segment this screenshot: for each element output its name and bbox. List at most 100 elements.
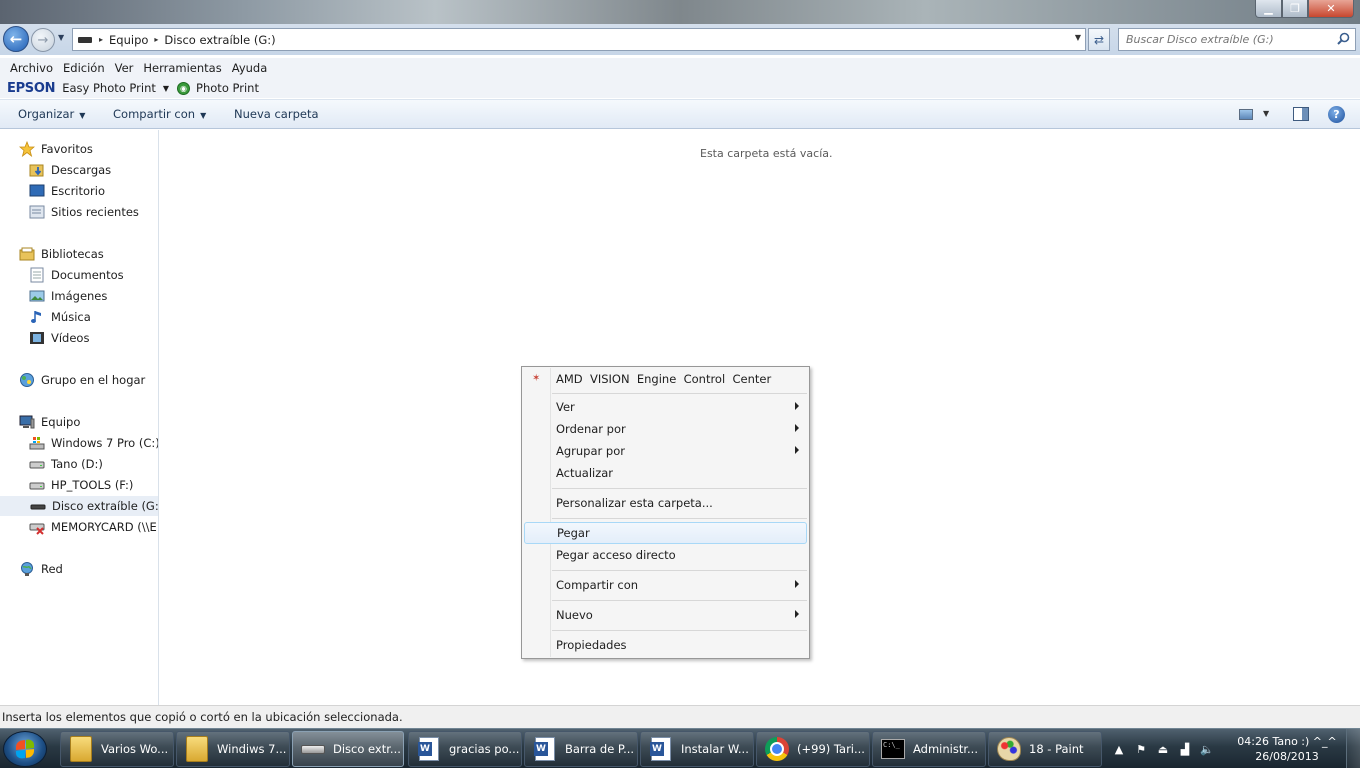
address-dropdown[interactable]: ▼ [1075, 33, 1081, 42]
nav-musica[interactable]: Música [29, 307, 158, 327]
easy-photo-print-dropdown[interactable]: ▼ [163, 84, 169, 93]
network-signal-icon[interactable]: ▟ [1177, 741, 1193, 757]
chevron-right-icon[interactable]: ▸ [152, 35, 160, 44]
menu-separator [552, 570, 807, 571]
help-icon[interactable]: ? [1328, 106, 1345, 123]
nav-hptools-drive[interactable]: HP_TOOLS (F:) [29, 475, 158, 495]
taskbar-item-windiws[interactable]: Windiws 7... [176, 731, 290, 767]
paint-icon [997, 737, 1021, 761]
forward-button[interactable]: → [31, 28, 55, 52]
volume-muted-icon[interactable]: 🔈 [1199, 741, 1215, 757]
menu-item-pegar[interactable]: Pegar [524, 522, 807, 544]
command-bar: Organizar ▼ Compartir con ▼ Nueva carpeta … [0, 99, 1360, 129]
menu-item-amd-vision[interactable]: ✶ AMD VISION Engine Control Center [524, 368, 807, 390]
nav-memorycard[interactable]: MEMORYCARD (\\E [29, 517, 158, 537]
menu-ver[interactable]: Ver [110, 61, 139, 75]
menu-item-compartir-con[interactable]: Compartir con [524, 574, 807, 596]
organize-button[interactable]: Organizar ▼ [18, 107, 85, 121]
nav-label: Red [41, 562, 63, 576]
address-bar[interactable]: ▸ Equipo ▸ Disco extraíble (G:) ▼ [72, 28, 1086, 51]
context-menu: ✶ AMD VISION Engine Control Center Ver O… [521, 366, 810, 659]
close-button[interactable]: ✕ [1308, 0, 1354, 18]
show-desktop-button[interactable] [1346, 729, 1360, 768]
taskbar-label: (+99) Tari... [797, 742, 865, 756]
menu-item-propiedades[interactable]: Propiedades [524, 634, 807, 656]
menu-item-personalizar[interactable]: Personalizar esta carpeta... [524, 492, 807, 514]
nav-escritorio[interactable]: Escritorio [29, 181, 158, 201]
chevron-right-icon[interactable]: ▸ [97, 35, 105, 44]
taskbar-item-disco[interactable]: Disco extr... [292, 731, 404, 767]
menu-item-label: Propiedades [556, 638, 627, 652]
title-bar: ▁ ❐ ✕ [0, 0, 1360, 24]
taskbar-item-varios[interactable]: Varios Wo... [60, 731, 174, 767]
share-button[interactable]: Compartir con ▼ [113, 107, 206, 121]
back-arrow-icon: ← [9, 30, 23, 48]
search-icon[interactable] [1337, 32, 1350, 45]
nav-descargas[interactable]: Descargas [29, 160, 158, 180]
navigation-pane[interactable]: Favoritos Descargas Escritorio Sitios re… [0, 130, 159, 705]
empty-folder-message: Esta carpeta está vacía. [700, 147, 833, 160]
nav-label: Música [51, 310, 91, 324]
taskbar-item-paint[interactable]: 18 - Paint [988, 731, 1102, 767]
easy-photo-print-button[interactable]: Easy Photo Print [62, 81, 156, 95]
menu-item-agrupar-por[interactable]: Agrupar por [524, 440, 807, 462]
nav-label: Equipo [41, 415, 81, 429]
maximize-button[interactable]: ❐ [1282, 0, 1308, 18]
nav-label: MEMORYCARD (\\E [51, 520, 157, 534]
nav-disco-extraible[interactable]: Disco extraíble (G:) [0, 496, 158, 516]
nav-sitios-recientes[interactable]: Sitios recientes [29, 202, 158, 222]
menu-item-label: Ordenar por [556, 422, 626, 436]
menu-item-pegar-acceso-directo[interactable]: Pegar acceso directo [524, 544, 807, 566]
nav-tano-drive[interactable]: Tano (D:) [29, 454, 158, 474]
nav-bibliotecas[interactable]: Bibliotecas [19, 244, 158, 264]
removable-drive-icon [30, 498, 46, 514]
minimize-button[interactable]: ▁ [1255, 0, 1282, 18]
preview-pane-icon[interactable] [1293, 107, 1309, 121]
photo-print-button[interactable]: Photo Print [196, 81, 259, 95]
change-view-icon[interactable] [1239, 109, 1253, 120]
nav-grupo-hogar[interactable]: Grupo en el hogar [19, 370, 158, 390]
menu-herramientas[interactable]: Herramientas [138, 61, 226, 75]
address-row: ← → ▼ ▸ Equipo ▸ Disco extraíble (G:) ▼ … [0, 24, 1360, 55]
taskbar-item-chrome[interactable]: (+99) Tari... [756, 731, 870, 767]
menu-item-label: Compartir con [556, 578, 639, 592]
menu-item-ver[interactable]: Ver [524, 396, 807, 418]
menu-item-label: Pegar acceso directo [556, 548, 676, 562]
breadcrumb-equipo[interactable]: Equipo [105, 33, 152, 47]
nav-red[interactable]: Red [19, 559, 158, 579]
safely-remove-hardware-icon[interactable]: ⏏ [1155, 741, 1171, 757]
breadcrumb-disco[interactable]: Disco extraíble (G:) [160, 33, 279, 47]
desktop-icon [29, 183, 45, 199]
taskbar-item-barra[interactable]: Barra de P... [524, 731, 638, 767]
refresh-button[interactable]: ⇄ [1088, 28, 1110, 51]
clock[interactable]: 04:26 Tano :) ^_^ 26/08/2013 [1232, 734, 1342, 764]
menu-archivo[interactable]: Archivo [5, 61, 58, 75]
start-button[interactable] [3, 731, 47, 767]
show-hidden-icons-button[interactable]: ▲ [1111, 741, 1127, 757]
new-folder-button[interactable]: Nueva carpeta [234, 107, 319, 121]
menu-item-nuevo[interactable]: Nuevo [524, 604, 807, 626]
nav-imagenes[interactable]: Imágenes [29, 286, 158, 306]
taskbar-label: Barra de P... [565, 742, 635, 756]
menu-edicion[interactable]: Edición [58, 61, 110, 75]
taskbar-item-instalar[interactable]: Instalar W... [640, 731, 754, 767]
action-center-flag-icon[interactable]: ⚑ [1133, 741, 1149, 757]
epson-toolbar: EPSON Easy Photo Print ▼ ◉ Photo Print [0, 78, 1360, 98]
menu-item-actualizar[interactable]: Actualizar [524, 462, 807, 484]
taskbar-item-administrador[interactable]: C:\_ Administr... [872, 731, 986, 767]
menu-ayuda[interactable]: Ayuda [227, 61, 273, 75]
nav-label: Sitios recientes [51, 205, 139, 219]
back-button[interactable]: ← [3, 26, 29, 52]
nav-favoritos[interactable]: Favoritos [19, 139, 158, 159]
recent-pages-dropdown[interactable]: ▼ [58, 33, 64, 42]
nav-windows7-drive[interactable]: Windows 7 Pro (C:) [29, 433, 158, 453]
nav-videos[interactable]: Vídeos [29, 328, 158, 348]
nav-equipo[interactable]: Equipo [19, 412, 158, 432]
nav-documentos[interactable]: Documentos [29, 265, 158, 285]
view-dropdown[interactable]: ▼ [1263, 109, 1269, 118]
search-input[interactable] [1119, 29, 1329, 50]
system-drive-icon [29, 435, 45, 451]
taskbar-item-gracias[interactable]: gracias po... [408, 731, 522, 767]
menu-item-ordenar-por[interactable]: Ordenar por [524, 418, 807, 440]
search-box[interactable] [1118, 28, 1356, 51]
